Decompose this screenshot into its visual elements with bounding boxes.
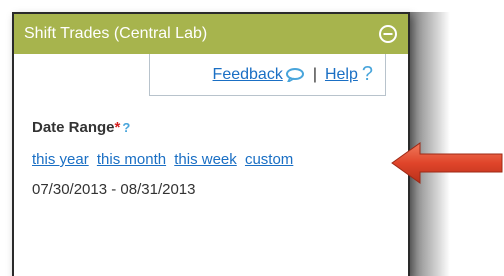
help-link[interactable]: Help (325, 66, 358, 84)
range-this-year-link[interactable]: this year (32, 151, 89, 168)
range-this-week-link[interactable]: this week (174, 151, 237, 168)
feedback-help-box: Feedback | Help ? (149, 54, 386, 96)
screenshot-stage: Shift Trades (Central Lab) Feedback | He… (0, 0, 504, 276)
panel-header: Shift Trades (Central Lab) (14, 14, 408, 54)
help-question-icon[interactable]: ? (362, 63, 373, 86)
feedback-link[interactable]: Feedback (213, 66, 283, 84)
callout-arrow (391, 142, 503, 184)
required-marker: * (114, 119, 121, 136)
link-separator: | (312, 65, 317, 83)
range-this-month-link[interactable]: this month (97, 151, 166, 168)
date-range-info-icon[interactable]: ? (122, 120, 130, 135)
speech-bubble-icon[interactable] (285, 67, 305, 84)
panel-title: Shift Trades (Central Lab) (24, 25, 208, 42)
shift-trades-panel: Shift Trades (Central Lab) Feedback | He… (12, 12, 410, 276)
date-range-options: this year this month this week custom (32, 151, 297, 168)
date-range-label: Date Range (32, 119, 115, 136)
range-custom-link[interactable]: custom (245, 151, 293, 168)
date-range-value: 07/30/2013 - 08/31/2013 (32, 181, 196, 198)
date-range-label-row: Date Range*? (32, 119, 130, 136)
minus-circle-icon[interactable] (378, 24, 398, 44)
